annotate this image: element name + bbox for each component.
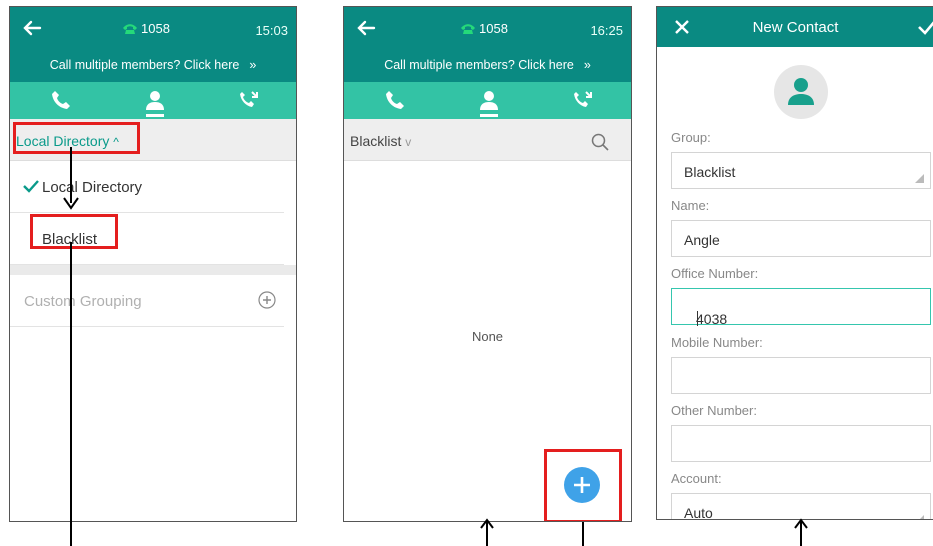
tab-call-history[interactable] [562,82,602,119]
contact-icon [146,91,164,110]
dropdown-corner-icon [915,174,924,183]
office-number-field[interactable]: 4038 [671,288,931,327]
banner-chevron: » [583,58,591,72]
dropdown-corner-icon [920,515,924,519]
account-label: Account: [671,471,722,486]
status-bar: 1058 16:25 [344,7,631,54]
custom-grouping-row[interactable]: Custom Grouping [10,275,284,327]
call-extension: 1058 [479,21,508,36]
chevron-down-icon: v [405,135,412,149]
banner-chevron: » [249,58,257,72]
highlight-box-dropdown [13,122,140,154]
office-number-label: Office Number: [671,266,759,281]
call-history-icon [574,91,592,107]
group-dropdown-bar: Blacklist v [344,119,631,161]
other-number-label: Other Number: [671,403,757,418]
highlight-box-add-button [544,449,622,521]
tab-directory[interactable] [468,82,508,119]
active-call-indicator: 1058 [122,21,170,36]
handset-icon [386,91,404,109]
phone-screen-directory: 1058 15:03 Call multiple members? Click … [9,6,297,522]
text-cursor [697,311,698,326]
mobile-number-label: Mobile Number: [671,335,763,350]
section-divider [10,265,296,275]
back-arrow-icon[interactable] [22,18,42,38]
tab-call-history[interactable] [228,82,268,119]
banner-text: Call multiple members? Click here [384,58,574,72]
checkmark-icon[interactable] [918,19,933,35]
clock: 15:03 [255,23,288,38]
mobile-number-field[interactable] [671,357,931,394]
check-icon [23,180,39,193]
name-field[interactable]: Angle [671,220,931,257]
multi-call-banner[interactable]: Call multiple members? Click here » [10,54,296,82]
arrow-down-icon [63,197,79,210]
group-select[interactable]: Blacklist [671,152,931,189]
other-number-field[interactable] [671,425,931,462]
plus-circle-icon[interactable] [258,291,276,309]
handset-icon [52,91,70,109]
group-label: Group: [671,130,711,145]
account-select-value: Auto [684,505,713,520]
call-extension: 1058 [141,21,170,36]
annotation-line [582,522,584,546]
avatar-icon [788,78,814,105]
group-dropdown[interactable]: Blacklist v [350,133,411,149]
tab-dialer[interactable] [374,82,414,119]
account-select[interactable]: Auto [671,493,931,520]
group-item-label: Local Directory [42,179,143,196]
phone-icon [123,24,137,34]
banner-text: Call multiple members? Click here [49,58,240,72]
annotation-arrow-line [70,147,72,203]
custom-grouping-label: Custom Grouping [24,293,142,310]
group-item-local-directory[interactable]: Local Directory [10,161,284,213]
title-bar: New Contact [657,7,933,47]
phone-screen-blacklist: 1058 16:25 Call multiple members? Click … [343,6,632,522]
tab-directory[interactable] [134,82,174,119]
empty-list-text: None [471,329,504,344]
phone-icon [461,24,475,34]
call-history-icon [240,91,258,107]
contact-photo[interactable] [774,65,828,119]
page-title: New Contact [752,19,839,36]
phone-screen-new-contact: New Contact Group: Blacklist Name: Angle… [656,6,933,520]
name-label: Name: [671,198,710,213]
tab-bar [344,82,631,119]
arrow-up-icon [480,518,494,546]
active-call-indicator: 1058 [460,21,508,36]
multi-call-banner[interactable]: Call multiple members? Click here » [344,54,631,82]
group-select-value: Blacklist [684,164,736,180]
status-bar: 1058 15:03 [10,7,296,54]
name-field-value: Angle [684,232,720,248]
search-icon[interactable] [591,133,609,151]
office-number-value: 4038 [696,311,728,327]
contact-icon [480,91,498,110]
highlight-box-blacklist [30,214,118,249]
group-dropdown-label: Blacklist [350,133,402,149]
tab-bar [10,82,296,119]
annotation-line [70,242,72,546]
arrow-up-icon [794,518,808,546]
back-arrow-icon[interactable] [356,18,376,38]
tab-dialer[interactable] [40,82,80,119]
clock: 16:25 [590,23,623,38]
